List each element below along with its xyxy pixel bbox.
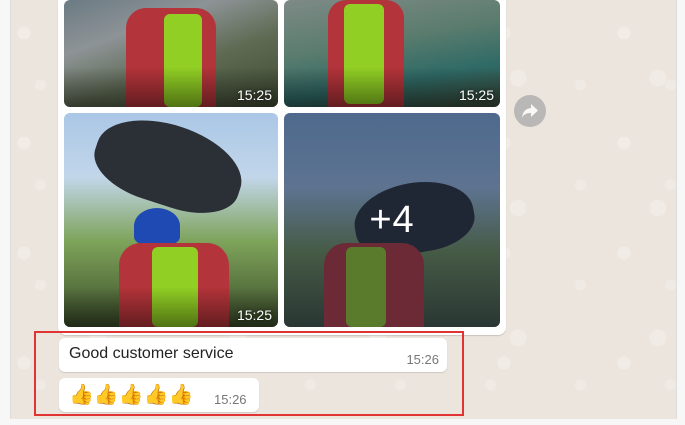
photo-street-lamp xyxy=(85,113,253,227)
photo-worker-helmet xyxy=(134,208,180,244)
message-timestamp: 15:26 xyxy=(214,392,247,407)
message-text: Good customer service xyxy=(69,345,234,362)
thumbs-up-emoji-row: 👍👍👍👍👍 xyxy=(69,384,194,406)
message-timestamp: 15:26 xyxy=(406,352,439,367)
media-tile-1[interactable]: 15:25 xyxy=(64,0,278,107)
media-timestamp: 15:25 xyxy=(236,307,272,323)
window-edge-bottom xyxy=(0,419,685,425)
forward-button[interactable] xyxy=(514,95,546,127)
chat-window: 15:25 15:25 15:25 +4 Good customer servi… xyxy=(0,0,685,425)
thumbs-up-emojis: 👍👍👍👍👍 xyxy=(69,384,194,406)
media-tile-more[interactable]: +4 xyxy=(284,113,500,327)
media-timestamp: 15:25 xyxy=(236,87,272,103)
media-album-bubble: 15:25 15:25 15:25 +4 xyxy=(58,0,506,335)
media-tile-3[interactable]: 15:25 xyxy=(64,113,278,327)
window-edge-left xyxy=(0,0,11,425)
media-timestamp: 15:25 xyxy=(458,87,494,103)
message-bubble: 👍👍👍👍👍 15:26 xyxy=(59,378,259,412)
more-media-count: +4 xyxy=(369,198,415,241)
message-bubble: Good customer service 15:26 xyxy=(59,338,447,372)
forward-arrow-icon xyxy=(522,104,538,118)
window-edge-right xyxy=(676,0,685,425)
media-tile-2[interactable]: 15:25 xyxy=(284,0,500,107)
